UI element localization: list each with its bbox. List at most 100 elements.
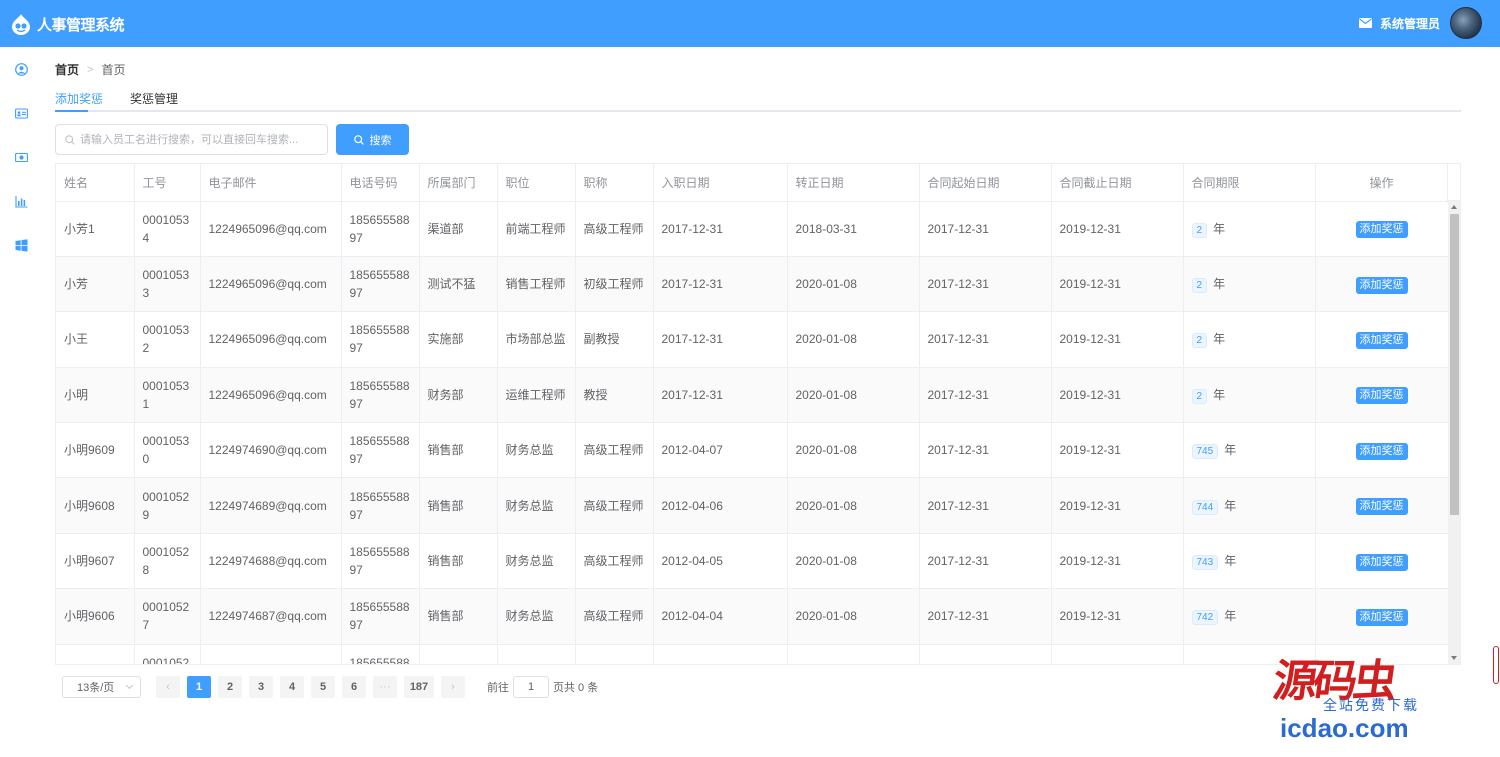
avatar[interactable] xyxy=(1450,7,1482,39)
page-button-4[interactable]: 4 xyxy=(280,676,304,698)
term-unit: 年 xyxy=(1213,387,1226,402)
next-page-button[interactable]: › xyxy=(441,676,465,698)
scroll-thumb[interactable] xyxy=(1450,214,1459,515)
add-reward-button[interactable]: 添加奖惩 xyxy=(1355,331,1408,349)
search-input[interactable] xyxy=(80,126,320,153)
column-header: 电子邮件 xyxy=(200,164,342,202)
user-circle-icon[interactable] xyxy=(15,63,28,76)
cell-end: 2019-12-31 xyxy=(1051,311,1184,368)
user-name-dropdown[interactable]: 系统管理员 xyxy=(1380,15,1440,32)
cell-term: 745 年 xyxy=(1183,422,1316,479)
money-icon[interactable] xyxy=(15,151,28,164)
cell-start: 2017-12-31 xyxy=(919,201,1052,257)
cell-term: 2年 xyxy=(1183,367,1316,424)
goto-page-input[interactable] xyxy=(513,676,549,698)
cell-action: 添加奖惩 xyxy=(1315,477,1449,534)
cell-action: 添加奖惩 xyxy=(1315,422,1449,479)
term-unit: 年 xyxy=(1224,609,1237,624)
page-scroll-indicator[interactable] xyxy=(1493,646,1499,684)
cell-name: 小明9609 xyxy=(56,422,135,479)
term-tag: 2 xyxy=(1191,333,1208,349)
page-button-2[interactable]: 2 xyxy=(218,676,242,698)
cell-position: 前端工程师 xyxy=(497,201,576,257)
watermark-subtitle: 全站免费下载 xyxy=(1323,697,1419,713)
add-reward-button[interactable]: 添加奖惩 xyxy=(1355,553,1408,571)
cell-start: 2017-12-31 xyxy=(919,311,1052,368)
breadcrumb-home[interactable]: 首页 xyxy=(55,61,79,78)
page-button-5[interactable]: 5 xyxy=(311,676,335,698)
tab-reward-manage[interactable]: 奖惩管理 xyxy=(130,90,178,107)
scroll-down-arrow-icon[interactable] xyxy=(1451,656,1457,660)
column-header: 电话号码 xyxy=(341,164,420,202)
cell-dept xyxy=(419,644,498,664)
term-tag: 743 xyxy=(1191,555,1219,571)
cell-start: 2017-12-31 xyxy=(919,256,1052,313)
term-unit: 年 xyxy=(1224,554,1237,569)
cell-id: 00010534 xyxy=(134,201,201,257)
search-button[interactable]: 搜索 xyxy=(336,124,409,155)
cell-title: 高级工程师 xyxy=(575,422,654,479)
term-unit: 年 xyxy=(1213,221,1226,236)
add-reward-button[interactable]: 添加奖惩 xyxy=(1355,608,1408,626)
bar-chart-icon[interactable] xyxy=(15,195,28,208)
cell-join: 2017-12-31 xyxy=(653,367,788,424)
cell-title: 副教授 xyxy=(575,311,654,368)
prev-page-button[interactable]: ‹ xyxy=(156,676,180,698)
add-reward-button[interactable]: 添加奖惩 xyxy=(1355,387,1408,405)
cell-title: 高级工程师 xyxy=(575,588,654,645)
add-reward-button[interactable]: 添加奖惩 xyxy=(1355,276,1408,294)
cell-start: 2017-12-31 xyxy=(919,477,1052,534)
cell-name xyxy=(56,644,135,664)
term-tag: 2 xyxy=(1191,388,1208,404)
cell-id: 00010531 xyxy=(134,367,201,424)
cell-regular: 2020-01-08 xyxy=(787,477,920,534)
mail-icon[interactable] xyxy=(1358,18,1372,28)
table-row: 小明9609 00010530 1224974690@qq.com 185655588… xyxy=(56,422,1449,479)
cell-email: 1224974689@qq.com xyxy=(200,477,342,534)
cell-end: 2019-12-31 xyxy=(1051,256,1184,313)
cell-regular: 2020-01-08 xyxy=(787,256,920,313)
table-row: 小明 00010531 1224965096@qq.com 18565558897 财务… xyxy=(56,367,1449,424)
search-button-label: 搜索 xyxy=(369,134,392,147)
cell-regular: 2020-01-08 xyxy=(787,311,920,368)
cell-end: 2019-12-31 xyxy=(1051,367,1184,424)
cell-phone: 18565558897 xyxy=(341,311,420,368)
add-reward-button[interactable]: 添加奖惩 xyxy=(1355,442,1408,460)
cell-title: 初级工程师 xyxy=(575,256,654,313)
cell-start: 2017-12-31 xyxy=(919,422,1052,479)
cell-end: 2019-12-31 xyxy=(1051,588,1184,645)
add-reward-button[interactable]: 添加奖惩 xyxy=(1355,498,1408,516)
term-tag: 2 xyxy=(1191,278,1208,294)
cell-join: 2012-04-04 xyxy=(653,588,788,645)
page-size-select[interactable]: 13条/页 xyxy=(62,676,141,698)
cell-email xyxy=(200,644,342,664)
cell-id: 00010532 xyxy=(134,311,201,368)
cell-action: 添加奖惩 xyxy=(1315,533,1449,590)
windows-icon[interactable] xyxy=(15,239,28,252)
table-scrollbar[interactable] xyxy=(1448,201,1460,664)
cell-dept: 财务部 xyxy=(419,367,498,424)
cell-phone: 18565558897 xyxy=(341,588,420,645)
tab-active-indicator xyxy=(55,110,88,112)
cell-action: 添加奖惩 xyxy=(1315,256,1449,313)
logo[interactable]: 人事管理系统 xyxy=(10,10,125,38)
cell-action: 添加奖惩 xyxy=(1315,588,1449,645)
cell-regular: 2018-03-31 xyxy=(787,201,920,257)
id-card-icon[interactable] xyxy=(15,107,28,120)
tab-add-reward[interactable]: 添加奖惩 xyxy=(55,90,103,107)
cell-position: 财务总监 xyxy=(497,477,576,534)
cell-id: 00010529 xyxy=(134,477,201,534)
cell-dept: 销售部 xyxy=(419,588,498,645)
page-button-3[interactable]: 3 xyxy=(249,676,273,698)
column-header: 姓名 xyxy=(56,164,135,202)
cell-phone: 18565558897 xyxy=(341,644,420,664)
page-button-last[interactable]: 187 xyxy=(404,676,434,698)
page-button-6[interactable]: 6 xyxy=(342,676,366,698)
more-pages-button[interactable]: ··· xyxy=(373,676,397,698)
add-reward-button[interactable]: 添加奖惩 xyxy=(1355,221,1408,239)
cell-end: 2019-12-31 xyxy=(1051,533,1184,590)
cell-email: 1224974690@qq.com xyxy=(200,422,342,479)
cell-position: 销售工程师 xyxy=(497,256,576,313)
scroll-up-arrow-icon[interactable] xyxy=(1451,205,1457,209)
page-button-1[interactable]: 1 xyxy=(187,676,211,698)
